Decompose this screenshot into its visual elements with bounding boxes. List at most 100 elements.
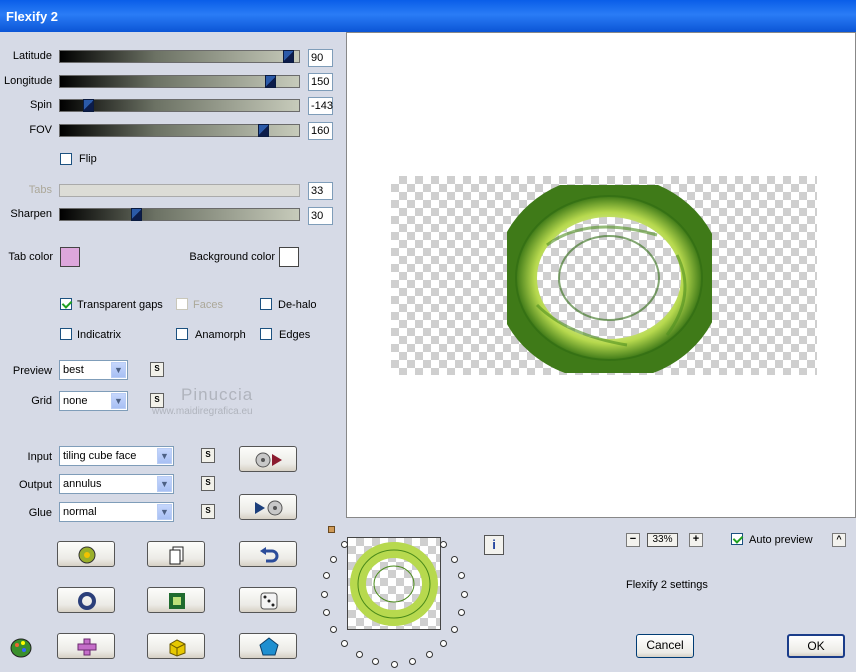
frame-button[interactable]: [147, 587, 205, 613]
longitude-value[interactable]: 150: [308, 73, 333, 91]
navigator-dial-dot[interactable]: [323, 609, 330, 616]
copy-button[interactable]: [147, 541, 205, 567]
thumbnail-ring-image: [350, 542, 438, 626]
settings-label: Flexify 2 settings: [626, 579, 708, 591]
chevron-down-icon: ▼: [157, 476, 172, 492]
glue-s-button[interactable]: S: [201, 504, 215, 519]
fov-slider[interactable]: [59, 124, 300, 137]
watermark-site: www.maidiregrafica.eu: [152, 406, 253, 417]
navigator-dial-dot[interactable]: [356, 651, 363, 658]
gem-icon: [259, 637, 279, 656]
navigator-dial-dot[interactable]: [458, 572, 465, 579]
zoom-level: 33%: [647, 533, 678, 547]
collapse-button[interactable]: ^: [832, 533, 846, 547]
latitude-value[interactable]: 90: [308, 49, 333, 67]
navigator-dial-dot[interactable]: [330, 556, 337, 563]
dice-button[interactable]: [239, 587, 297, 613]
zoom-in-button[interactable]: +: [689, 533, 703, 547]
preview-canvas[interactable]: [346, 32, 856, 518]
latitude-slider[interactable]: [59, 50, 300, 63]
longitude-slider[interactable]: [59, 75, 300, 88]
faces-label: Faces: [193, 299, 223, 311]
navigator-dial-dot[interactable]: [458, 609, 465, 616]
navigator-dial-dot[interactable]: [440, 541, 447, 548]
glue-select[interactable]: normal ▼: [59, 502, 174, 522]
flip-checkbox[interactable]: [60, 153, 72, 165]
input-s-button[interactable]: S: [201, 448, 215, 463]
navigator-dial-dot[interactable]: [426, 651, 433, 658]
glue-label: Glue: [28, 507, 52, 519]
flip-label: Flip: [79, 153, 97, 165]
grid-select-value: none: [63, 395, 88, 407]
reset-icon: [78, 592, 96, 610]
tabs-label: Tabs: [28, 184, 52, 196]
navigator-handle[interactable]: [328, 526, 335, 533]
indicatrix-checkbox[interactable]: [60, 328, 72, 340]
annulus-preview-image: [507, 185, 712, 373]
spin-value[interactable]: -143: [308, 97, 333, 115]
longitude-label: Longitude: [4, 75, 53, 87]
navigator-dial-dot[interactable]: [330, 626, 337, 633]
input-preset-button[interactable]: [239, 446, 297, 472]
cross-button[interactable]: [57, 633, 115, 659]
edges-checkbox[interactable]: [260, 328, 272, 340]
grid-select[interactable]: none ▼: [59, 391, 128, 411]
gem-button[interactable]: [239, 633, 297, 659]
navigator-dial-dot[interactable]: [341, 640, 348, 647]
sharpen-thumb[interactable]: [131, 208, 142, 221]
fov-value[interactable]: 160: [308, 122, 333, 140]
navigator-dial-dot[interactable]: [451, 556, 458, 563]
cross-icon: [77, 638, 97, 656]
undo-button[interactable]: [239, 541, 297, 567]
cancel-button[interactable]: Cancel: [636, 634, 694, 658]
latitude-thumb[interactable]: [283, 50, 294, 63]
background-color-swatch[interactable]: [279, 247, 299, 267]
watermark-name: Pinuccia: [181, 385, 254, 404]
output-preset-button[interactable]: [239, 494, 297, 520]
spin-slider[interactable]: [59, 99, 300, 112]
fov-thumb[interactable]: [258, 124, 269, 137]
chevron-down-icon: ▼: [157, 448, 172, 464]
transparent-gaps-label: Transparent gaps: [77, 299, 163, 311]
preview-select[interactable]: best ▼: [59, 360, 128, 380]
tab-color-swatch[interactable]: [60, 247, 80, 267]
navigator-dial-dot[interactable]: [461, 591, 468, 598]
paint-icon[interactable]: [8, 633, 34, 659]
transparent-gaps-checkbox[interactable]: [60, 298, 72, 310]
edges-label: Edges: [279, 329, 311, 341]
zoom-out-button[interactable]: −: [626, 533, 640, 547]
de-halo-checkbox[interactable]: [260, 298, 272, 310]
input-select[interactable]: tiling cube face ▼: [59, 446, 174, 466]
sharpen-value[interactable]: 30: [308, 207, 333, 225]
navigator-dial-dot[interactable]: [451, 626, 458, 633]
fov-label: FOV: [29, 124, 52, 136]
glue-select-value: normal: [63, 506, 97, 518]
navigator-dial-dot[interactable]: [323, 572, 330, 579]
preview-s-button[interactable]: S: [150, 362, 164, 377]
sharpen-slider[interactable]: [59, 208, 300, 221]
navigator-thumbnail[interactable]: [347, 537, 441, 630]
cube-button[interactable]: [147, 633, 205, 659]
info-icon[interactable]: i: [484, 535, 504, 555]
navigator-dial-dot[interactable]: [409, 658, 416, 665]
randomize-button[interactable]: [57, 541, 115, 567]
auto-preview-checkbox[interactable]: [731, 533, 743, 545]
navigator-dial-dot[interactable]: [440, 640, 447, 647]
navigator-dial-dot[interactable]: [372, 658, 379, 665]
spin-label: Spin: [29, 99, 52, 111]
navigator-dial-dot[interactable]: [341, 541, 348, 548]
anamorph-checkbox[interactable]: [176, 328, 188, 340]
longitude-thumb[interactable]: [265, 75, 276, 88]
reset-button[interactable]: [57, 587, 115, 613]
navigator-dial-dot[interactable]: [391, 661, 398, 668]
tabs-value[interactable]: 33: [308, 182, 333, 200]
output-select[interactable]: annulus ▼: [59, 474, 174, 494]
chevron-down-icon: ▼: [157, 504, 172, 520]
ok-button[interactable]: OK: [787, 634, 845, 658]
output-select-value: annulus: [63, 478, 102, 490]
anamorph-label: Anamorph: [195, 329, 246, 341]
navigator-dial-dot[interactable]: [321, 591, 328, 598]
spin-thumb[interactable]: [83, 99, 94, 112]
output-s-button[interactable]: S: [201, 476, 215, 491]
input-preset-icon: [255, 452, 282, 468]
